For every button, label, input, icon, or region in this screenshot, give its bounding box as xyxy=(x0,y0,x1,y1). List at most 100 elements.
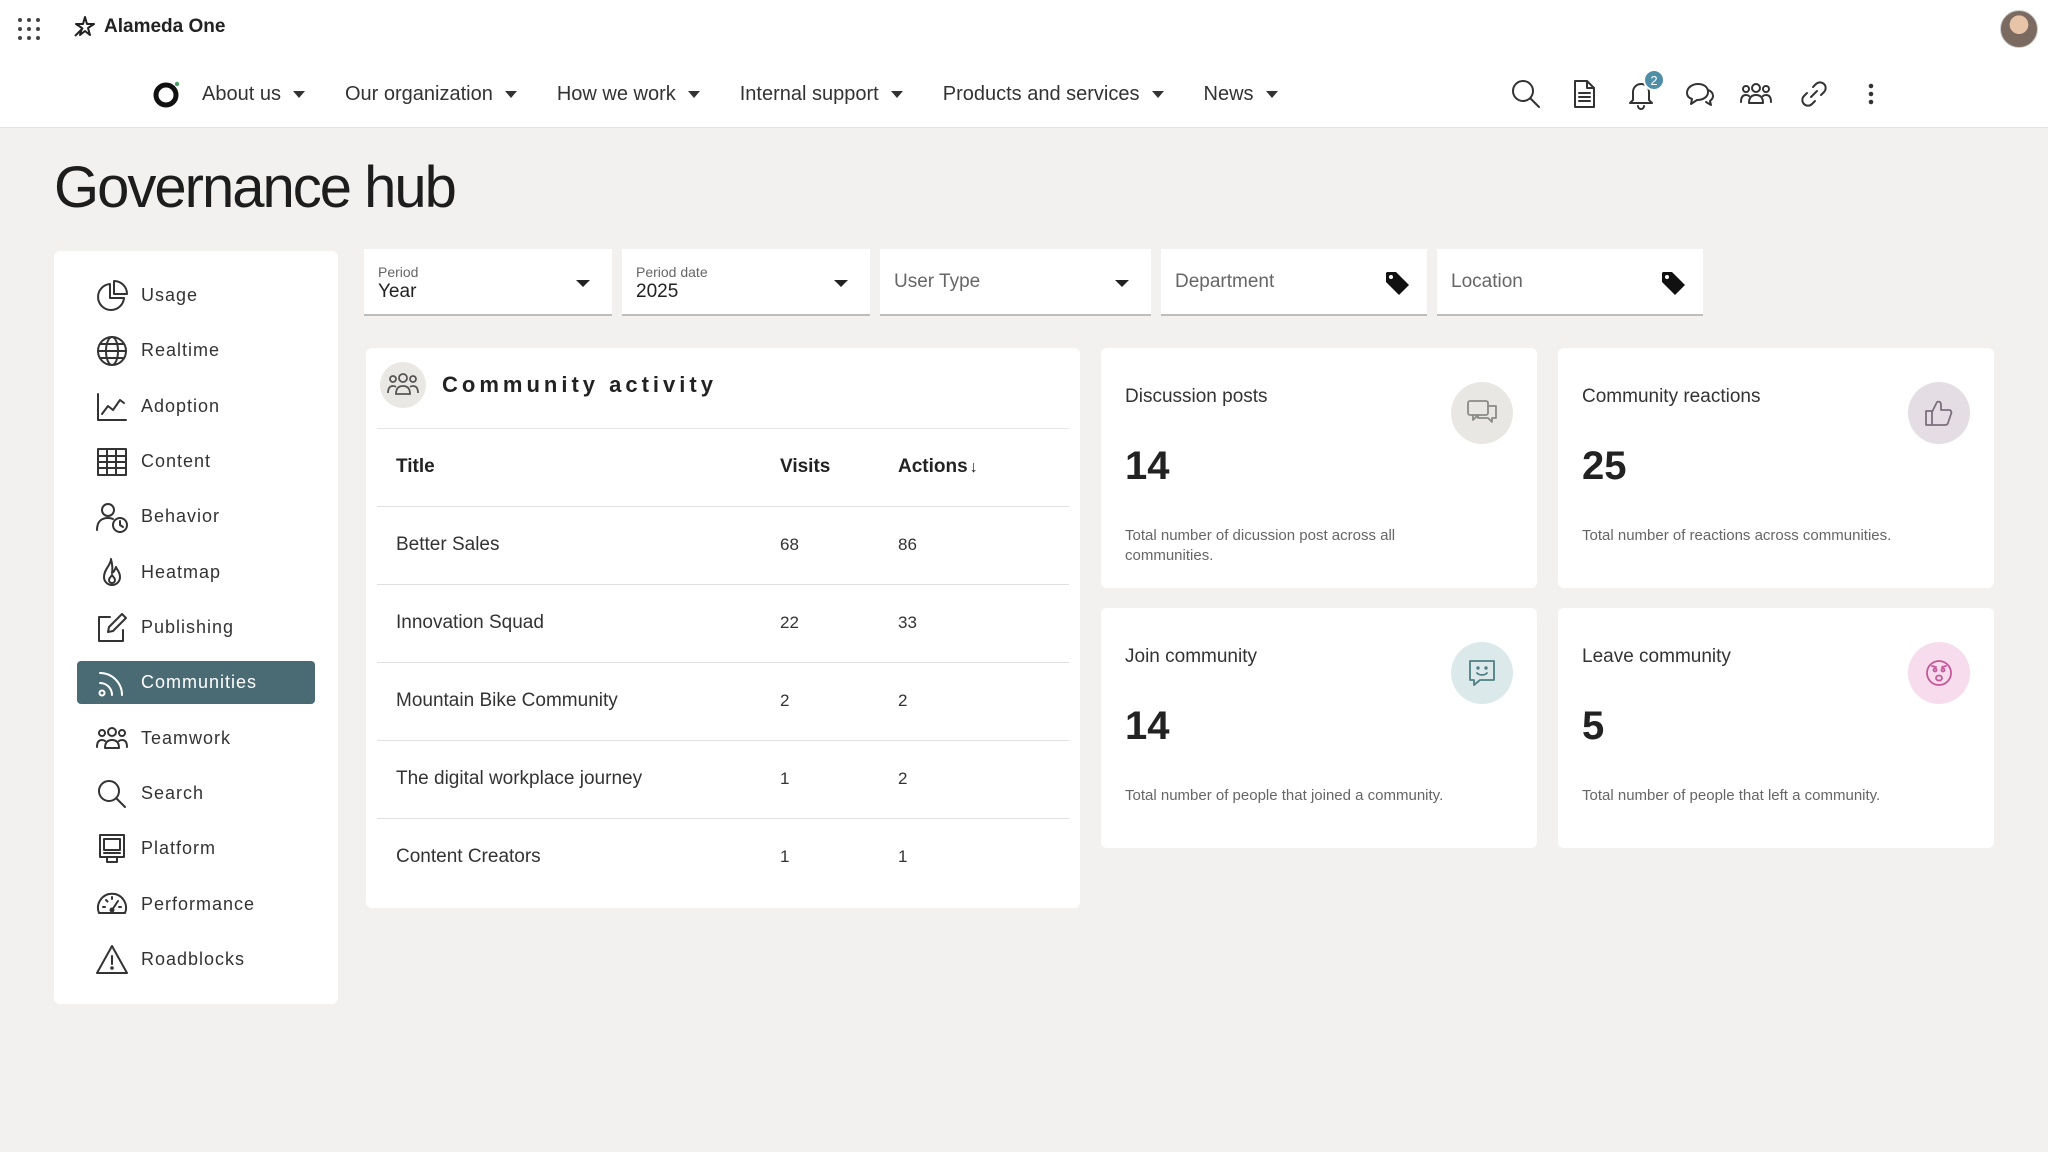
sidebar-item-communities[interactable]: Communities xyxy=(77,661,315,704)
sidebar-item-label: Publishing xyxy=(141,617,235,637)
caret-down-icon xyxy=(1151,90,1164,98)
metric-icon-wrap xyxy=(1451,642,1513,704)
warning-icon xyxy=(96,944,128,974)
user-type-select[interactable]: User Type xyxy=(880,249,1151,316)
app-launcher-icon[interactable] xyxy=(18,18,40,40)
pie-chart-icon xyxy=(97,279,128,311)
sad-face-icon xyxy=(1926,660,1952,686)
sidebar-item-behavior[interactable]: Behavior xyxy=(77,495,315,538)
cell-title: The digital workplace journey xyxy=(377,740,780,819)
page-title: Governance hub xyxy=(54,155,457,220)
nav-item-news[interactable]: News xyxy=(1204,83,1278,106)
nav-item-about-us[interactable]: About us xyxy=(202,83,305,106)
monitor-icon xyxy=(99,833,125,863)
community-icon-wrap xyxy=(380,362,426,408)
community-activity-title: Community activity xyxy=(442,372,717,397)
column-header-actions[interactable]: Actions ↓ xyxy=(898,429,1069,507)
community-activity-table: Title Visits Actions ↓ Better Sales 68 86… xyxy=(377,429,1069,896)
metric-value: 14 xyxy=(1125,704,1170,748)
sidebar-item-label: Search xyxy=(141,783,205,803)
top-bar: Alameda One About us Our organization Ho… xyxy=(0,0,2048,128)
sidebar-item-heatmap[interactable]: Heatmap xyxy=(77,551,315,594)
user-avatar[interactable] xyxy=(2000,10,2038,48)
period-value: Year xyxy=(378,281,417,302)
more-button[interactable] xyxy=(1851,74,1891,114)
thumbs-up-icon xyxy=(1925,400,1953,426)
community-activity-card: Community activity Title Visits Actions ↓… xyxy=(366,348,1080,908)
period-date-select[interactable]: Period date 2025 xyxy=(622,249,870,316)
nav-item-label: Internal support xyxy=(739,82,879,105)
search-icon xyxy=(1512,80,1540,108)
line-chart-icon xyxy=(97,392,127,421)
cell-actions: 1 xyxy=(898,847,908,867)
notifications-button[interactable]: 2 xyxy=(1621,69,1665,114)
documents-button[interactable] xyxy=(1564,74,1604,114)
sort-desc-icon: ↓ xyxy=(969,459,978,477)
table-row[interactable]: Content Creators 1 1 xyxy=(377,818,1069,896)
period-select[interactable]: Period Year xyxy=(364,249,612,316)
people-button[interactable] xyxy=(1736,74,1776,114)
links-button[interactable] xyxy=(1794,74,1834,114)
location-select[interactable]: Location xyxy=(1437,249,1703,316)
more-vertical-icon xyxy=(1868,83,1874,105)
smile-chat-icon xyxy=(1469,660,1495,686)
table-row[interactable]: Mountain Bike Community 2 2 xyxy=(377,662,1069,741)
sidebar-item-label: Communities xyxy=(141,672,258,692)
sidebar-item-platform[interactable]: Platform xyxy=(77,827,315,870)
sidebar-item-adoption[interactable]: Adoption xyxy=(77,385,315,428)
team-icon xyxy=(387,373,419,395)
nav-item-label: Our organization xyxy=(344,82,493,105)
cell-title: Mountain Bike Community xyxy=(377,662,780,741)
cell-actions: 86 xyxy=(898,506,1069,585)
department-select[interactable]: Department xyxy=(1161,249,1427,316)
metric-title: Leave community xyxy=(1582,646,1731,667)
conversations-button[interactable] xyxy=(1679,74,1719,114)
cell-visits: 1 xyxy=(780,847,790,867)
sidebar-item-content[interactable]: Content xyxy=(77,440,315,483)
metric-title: Community reactions xyxy=(1582,386,1761,407)
cell-actions: 2 xyxy=(898,662,1069,741)
user-clock-icon xyxy=(96,502,128,533)
metric-description: Total number of people that left a commu… xyxy=(1582,787,1881,804)
metric-icon-wrap xyxy=(1451,382,1513,444)
sidebar-item-realtime[interactable]: Realtime xyxy=(77,329,315,372)
metric-card-join-community: Join community 14 Total number of people… xyxy=(1101,608,1537,848)
sidebar-item-performance[interactable]: Performance xyxy=(77,883,315,926)
community-activity-header: Community activity xyxy=(380,362,717,408)
nav-item-our-organization[interactable]: Our organization xyxy=(345,83,517,106)
metric-value: 5 xyxy=(1582,704,1605,748)
cell-title: Content Creators xyxy=(396,846,541,868)
column-header-visits[interactable]: Visits xyxy=(780,429,898,507)
sidebar-item-usage[interactable]: Usage xyxy=(77,274,315,317)
nav-item-internal-support[interactable]: Internal support xyxy=(740,83,903,106)
home-logo-icon[interactable] xyxy=(152,79,182,109)
cell-actions: 2 xyxy=(898,740,1069,819)
header-tools: 2 xyxy=(1506,69,1909,114)
tag-icon xyxy=(1386,272,1409,295)
flame-icon xyxy=(103,557,121,586)
table-row[interactable]: The digital workplace journey 1 2 xyxy=(377,740,1069,819)
search-button[interactable] xyxy=(1506,74,1546,114)
sidebar-item-roadblocks[interactable]: Roadblocks xyxy=(77,938,315,981)
table-row[interactable]: Better Sales 68 86 xyxy=(377,506,1069,585)
column-header-title[interactable]: Title xyxy=(377,429,780,507)
sidebar-item-teamwork[interactable]: Teamwork xyxy=(77,717,315,760)
metric-title: Join community xyxy=(1125,646,1257,667)
brand-name: Alameda One xyxy=(104,16,226,37)
nav-item-products-and-services[interactable]: Products and services xyxy=(943,83,1164,106)
cell-title: Innovation Squad xyxy=(377,584,780,663)
sidebar-item-label: Behavior xyxy=(141,506,221,526)
sidebar-item-search[interactable]: Search xyxy=(77,772,315,815)
cell-visits: 68 xyxy=(780,506,898,585)
cell-visits: 2 xyxy=(780,662,898,741)
table-row[interactable]: Innovation Squad 22 33 xyxy=(377,584,1069,663)
sidebar-item-publishing[interactable]: Publishing xyxy=(77,606,315,649)
cell-visits: 1 xyxy=(780,740,898,819)
brand[interactable]: Alameda One xyxy=(72,14,225,40)
gauge-icon xyxy=(97,892,127,914)
period-date-label: Period date xyxy=(636,264,708,280)
nav-item-how-we-work[interactable]: How we work xyxy=(557,83,700,106)
sidebar-item-label: Content xyxy=(141,451,212,471)
caret-down-icon xyxy=(890,90,903,98)
sidebar-item-label: Roadblocks xyxy=(141,949,246,969)
